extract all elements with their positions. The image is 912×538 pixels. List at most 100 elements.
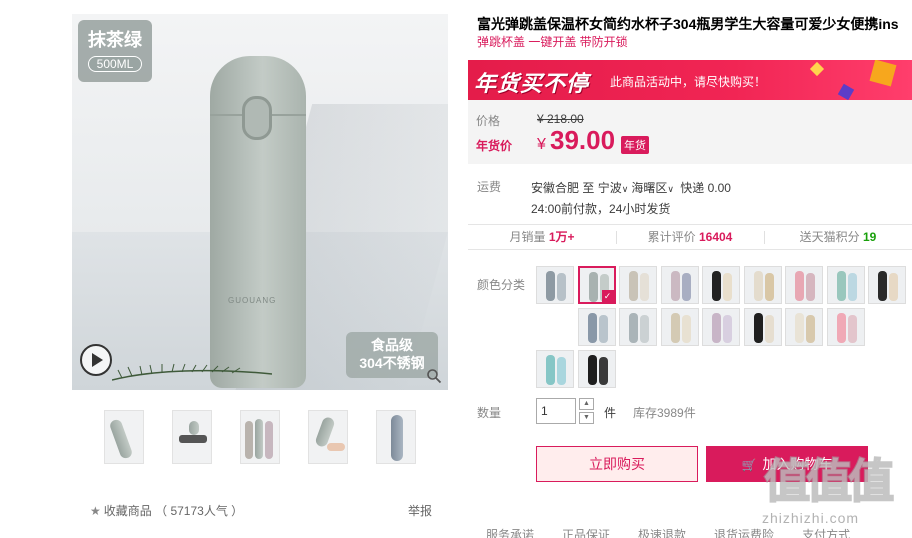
tag-volume: 500ML [88,56,142,72]
color-swatch[interactable] [743,308,782,346]
payment-methods[interactable]: 支付方式 [802,526,850,538]
product-subtitle: 弹跳杯盖 一键开盖 带防开锁 [477,35,628,49]
swatch-bottle [836,271,846,301]
color-swatch[interactable] [660,308,699,346]
check-icon: ✓ [601,290,614,302]
color-swatch[interactable] [660,266,699,304]
leaves-decoration [112,363,272,381]
shipping-to-word: 至 [582,181,595,195]
swatch-bottle [629,313,638,343]
main-product-image[interactable]: GUOUANG 抹茶绿 500ML 食品级 304不锈钢 [72,14,448,390]
favorite-product[interactable]: ★ 收藏商品 （ 57173人气 ） [90,502,243,519]
shipping-info: 安徽合肥 至 宁波∨ 海曙区∨ 快递 0.00 24:00前付款，24小时发货 [531,178,731,219]
sale-price: 39.00 [550,125,616,155]
price-box: 价格 ¥ 218.00 年货价 ¥ 39.00 年货 [468,100,912,164]
thumbnail-2[interactable] [172,410,212,464]
color-volume-tag: 抹茶绿 500ML [78,20,152,82]
swatch-bottle [806,273,815,301]
color-swatch[interactable] [785,266,823,304]
currency-symbol: ¥ [537,136,546,153]
original-price: ¥ 218.00 [537,112,584,126]
caret-down-icon[interactable]: ▼ [579,412,594,424]
cart-icon: 🛒 [741,458,757,472]
material-tag: 食品级 304不锈钢 [346,332,438,378]
swatch-bottle [753,313,763,343]
swatch-bottle [795,271,804,301]
swatch-bottle [764,273,774,301]
service-promises: 服务承诺 正品保证 极速退款 退货运费险 支付方式 [486,526,912,538]
promo-banner-title: 年货买不停 [474,71,590,96]
service-item[interactable]: 正品保证 [562,526,610,538]
shipping-label: 运费 [477,180,502,194]
service-item[interactable]: 退货运费险 [714,526,774,538]
material-tag-line-1: 食品级 [371,337,413,353]
color-swatch[interactable]: ✓ [577,266,616,304]
swatch-bottle [712,271,721,301]
swatch-bottle [723,273,732,301]
original-price-label: 价格 [476,114,501,128]
color-swatch[interactable] [619,266,657,304]
promo-banner-message: 此商品活动中，请尽快购买！ [610,75,767,89]
sale-price-label: 年货价 [476,139,513,153]
quantity-stepper: ▲ ▼ [579,398,594,424]
thumbnail-4[interactable] [308,410,348,464]
swatch-bottle [878,271,887,301]
color-swatch[interactable] [577,350,616,388]
sales-stats: 月销量 1万+ 累计评价 16404 送天猫积分 19 [468,224,912,250]
quantity-unit: 件 [604,406,617,420]
color-swatch[interactable] [619,308,657,346]
shipping-district-select[interactable]: 海曙区∨ [631,181,677,195]
favorite-label: 收藏商品 [103,504,152,518]
thumbnail-5[interactable] [376,410,416,464]
swatch-bottle [847,315,857,343]
magnifier-icon[interactable] [426,368,444,386]
total-reviews[interactable]: 累计评价 16404 [616,225,764,249]
caret-up-icon[interactable]: ▲ [579,398,594,410]
swatch-bottle [546,355,555,385]
color-swatch[interactable] [702,266,740,304]
watermark-logo: 值值值 [763,455,895,507]
shipping-city-select[interactable]: 宁波∨ [598,181,632,195]
swatch-bottle [587,313,597,343]
swatch-bottle [889,273,898,301]
color-swatch[interactable] [785,308,823,346]
report-link[interactable]: 举报 [408,502,432,519]
color-label: 颜色分类 [477,278,526,292]
swatch-bottle [598,315,608,343]
bottle-image: GUOUANG [210,56,306,388]
stock-count: 库存3989件 [633,406,696,420]
chevron-down-icon: ∨ [621,184,629,194]
tmall-points: 送天猫积分 19 [764,225,912,249]
swatch-bottle [836,313,846,343]
swatch-bottle [640,273,649,301]
quantity-label: 数量 [477,406,502,420]
color-swatch[interactable] [536,350,574,388]
service-item[interactable]: 极速退款 [638,526,686,538]
swatch-bottle [723,315,732,343]
swatch-bottle [670,271,680,301]
swatch-bottle [795,313,804,343]
thumbnail-1[interactable] [104,410,144,464]
swatch-bottle [587,355,597,385]
sale-badge: 年货 [621,136,649,154]
swatch-bottle [670,313,680,343]
buy-now-button[interactable]: 立即购买 [536,446,698,482]
play-video-icon[interactable] [80,344,112,376]
quantity-input[interactable] [536,398,576,424]
color-swatch[interactable] [743,266,782,304]
color-swatch[interactable] [826,308,865,346]
swatch-bottle [588,272,598,302]
color-swatch[interactable] [702,308,740,346]
shipping-from: 安徽合肥 [531,181,580,195]
swatch-bottle [712,313,721,343]
swatch-bottle [681,273,691,301]
gift-box-icon [809,61,825,77]
color-swatch[interactable] [826,266,865,304]
color-swatch[interactable] [577,308,616,346]
chevron-down-icon: ∨ [667,184,674,194]
swatch-bottle [557,357,566,385]
color-swatch[interactable] [536,266,574,304]
thumbnail-3[interactable] [240,410,280,464]
color-swatch[interactable] [868,266,906,304]
service-label: 服务承诺 [486,528,535,538]
